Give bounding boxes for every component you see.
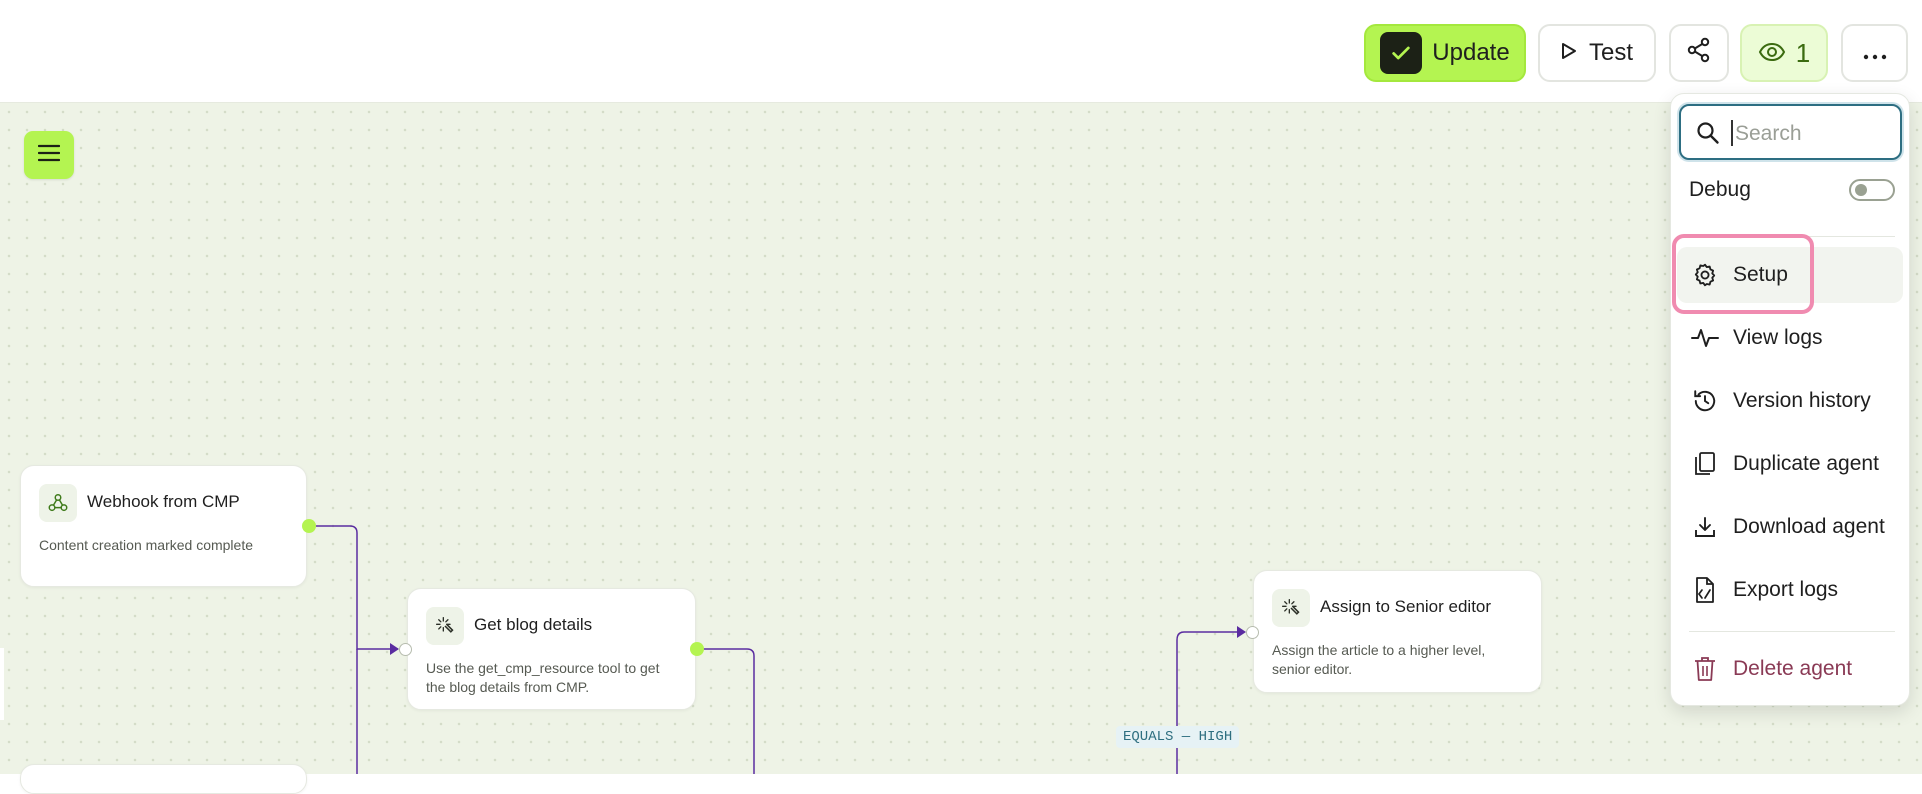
magic-wand-icon: [426, 607, 464, 645]
toggle-knob: [1855, 184, 1867, 196]
history-icon: [1683, 388, 1727, 414]
edge-to-senior-editor: [1176, 631, 1244, 774]
menu-item-download-agent[interactable]: Download agent: [1677, 499, 1903, 555]
webhook-icon: [39, 484, 77, 522]
debug-toggle[interactable]: [1849, 179, 1895, 201]
menu-divider: [1689, 631, 1895, 632]
debug-label: Debug: [1689, 178, 1751, 201]
node-title: Get blog details: [474, 615, 593, 634]
node-description: Assign the article to a higher level, se…: [1272, 642, 1486, 677]
canvas-edge-panel: [0, 648, 4, 720]
menu-item-duplicate-agent[interactable]: Duplicate agent: [1677, 436, 1903, 492]
node-description: Use the get_cmp_resource tool to get the…: [426, 660, 660, 695]
file-export-icon: [1683, 576, 1727, 604]
copy-icon: [1683, 451, 1727, 477]
more-options-menu: Debug Setup View logs Version history Du…: [1670, 93, 1910, 706]
menu-item-export-logs[interactable]: Export logs: [1677, 562, 1903, 618]
download-icon: [1683, 515, 1727, 539]
menu-item-label: Download agent: [1733, 515, 1885, 538]
search-input[interactable]: [1733, 116, 1897, 152]
output-handle[interactable]: [690, 642, 704, 656]
search-icon: [1695, 120, 1721, 151]
condition-label: EQUALS — HIGH: [1116, 726, 1240, 748]
menu-item-view-logs[interactable]: View logs: [1677, 310, 1903, 366]
workflow-edges: [316, 525, 1246, 774]
menu-item-label: Delete agent: [1733, 657, 1853, 680]
menu-item-version-history[interactable]: Version history: [1677, 373, 1903, 429]
trash-icon: [1683, 656, 1727, 682]
debug-row: Debug: [1689, 176, 1895, 206]
search-field[interactable]: [1679, 104, 1902, 160]
edge-webhook-to-blog: [316, 525, 398, 650]
menu-item-label: Duplicate agent: [1733, 452, 1879, 475]
node-partial[interactable]: [20, 764, 307, 794]
setup-highlight-box: [1672, 234, 1814, 314]
node-title: Webhook from CMP: [87, 492, 240, 511]
output-handle[interactable]: [302, 519, 316, 533]
input-handle[interactable]: [1246, 626, 1259, 639]
menu-item-label: View logs: [1733, 326, 1823, 349]
node-webhook[interactable]: Webhook from CMP Content creation marked…: [20, 465, 307, 587]
input-handle[interactable]: [399, 643, 412, 656]
menu-item-delete-agent[interactable]: Delete agent: [1677, 641, 1903, 697]
arrowhead: [390, 643, 399, 655]
activity-icon: [1683, 327, 1727, 349]
magic-wand-icon: [1272, 589, 1310, 627]
node-assign-senior-editor[interactable]: Assign to Senior editor Assign the artic…: [1253, 570, 1542, 693]
node-title: Assign to Senior editor: [1320, 597, 1492, 616]
menu-item-label: Export logs: [1733, 578, 1839, 601]
node-description: Content creation marked complete: [39, 537, 253, 553]
edge-blog-down: [703, 648, 755, 774]
menu-item-label: Version history: [1733, 389, 1871, 412]
node-get-blog-details[interactable]: Get blog details Use the get_cmp_resourc…: [407, 588, 696, 710]
arrowhead: [1237, 626, 1246, 638]
